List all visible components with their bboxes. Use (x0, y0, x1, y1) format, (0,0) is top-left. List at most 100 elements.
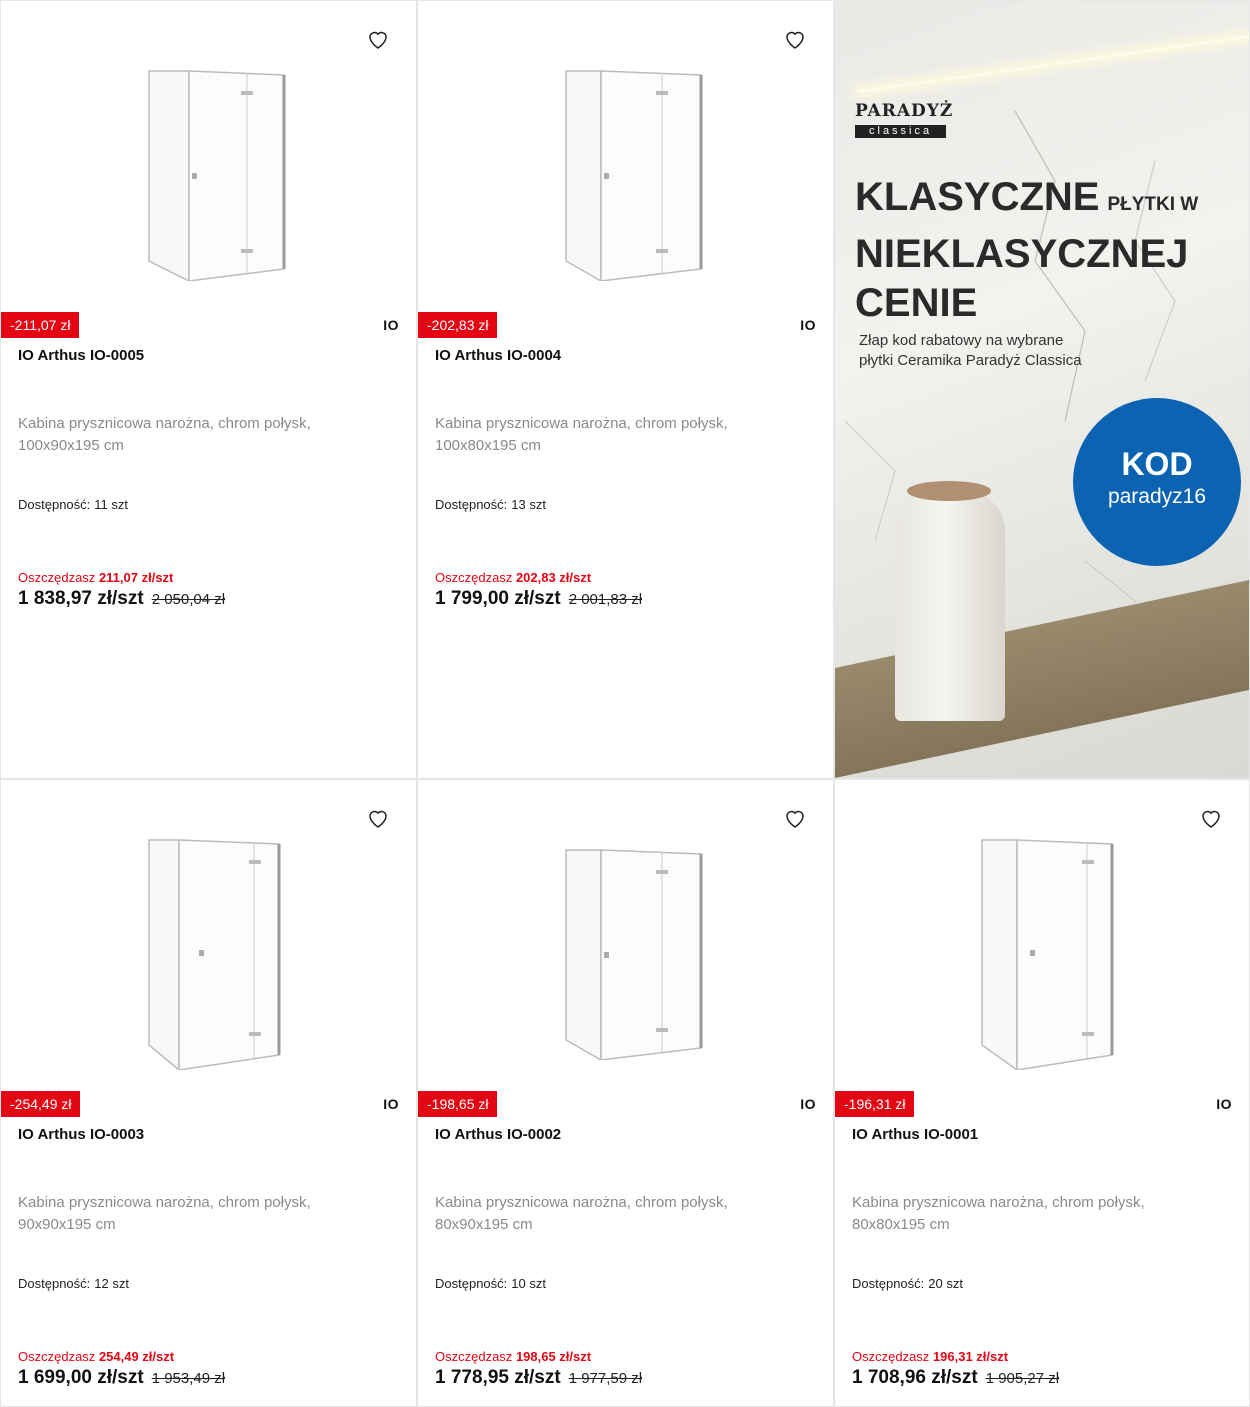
savings-label: Oszczędzasz (852, 1349, 930, 1364)
discount-badge: -254,49 zł (1, 1091, 81, 1117)
savings-value: 196,31 zł/szt (932, 1349, 1009, 1364)
description-size: 100x90x195 cm (18, 437, 124, 454)
savings-label: Oszczędzasz (18, 570, 96, 585)
savings: Oszczędzasz 196,31 zł/szt (852, 1349, 1008, 1364)
product-card[interactable]: -254,49 zł IO IO Arthus IO-0003 Kabina p… (0, 779, 417, 1407)
availability: Dostępność: 12 szt (18, 1276, 129, 1291)
availability-label: Dostępność: (435, 1276, 508, 1291)
availability-label: Dostępność: (18, 1276, 91, 1291)
paradyz-logo: PARADYŻ classica (855, 101, 953, 139)
discount-badge: -198,65 zł (418, 1091, 498, 1117)
brand-label: IO (800, 1096, 816, 1112)
product-grid: -211,07 zł IO IO Arthus IO-0005 Kabina p… (0, 0, 1250, 1407)
product-image[interactable] (418, 21, 833, 311)
availability: Dostępność: 10 szt (435, 1276, 546, 1291)
product-description: Kabina prysznicowa narożna, chrom połysk… (18, 413, 378, 457)
product-title[interactable]: IO Arthus IO-0005 (18, 347, 144, 364)
price: 1 708,96 zł/szt 1 905,27 zł (852, 1367, 1059, 1389)
subtext-line-1: Złap kod rabatowy na wybrane (859, 332, 1064, 349)
brand-label: IO (383, 1096, 399, 1112)
description-line: Kabina prysznicowa narożna, chrom połysk… (435, 415, 728, 432)
brand-label: IO (1216, 1096, 1232, 1112)
savings: Oszczędzasz 254,49 zł/szt (18, 1349, 174, 1364)
product-image[interactable] (1, 21, 416, 311)
product-card[interactable]: -202,83 zł IO IO Arthus IO-0004 Kabina p… (417, 0, 834, 779)
product-description: Kabina prysznicowa narożna, chrom połysk… (852, 1192, 1212, 1236)
description-line: Kabina prysznicowa narożna, chrom połysk… (18, 1194, 311, 1211)
savings-value: 198,65 zł/szt (515, 1349, 592, 1364)
current-price: 1 778,95 zł/szt (435, 1367, 561, 1388)
availability: Dostępność: 13 szt (435, 497, 546, 512)
product-image[interactable] (835, 800, 1249, 1090)
promo-code-label: KOD (1121, 446, 1193, 482)
old-price: 1 905,27 zł (985, 1370, 1060, 1387)
product-title[interactable]: IO Arthus IO-0001 (852, 1126, 978, 1143)
discount-badge: -211,07 zł (1, 312, 80, 338)
description-size: 90x90x195 cm (18, 1216, 116, 1233)
discount-badge: -196,31 zł (835, 1091, 915, 1117)
product-description: Kabina prysznicowa narożna, chrom połysk… (435, 1192, 795, 1236)
availability-label: Dostępność: (435, 497, 508, 512)
vase-lid (907, 481, 991, 501)
headline-small: PŁYTKI W (1107, 194, 1199, 215)
discount-badge: -202,83 zł (418, 312, 498, 338)
headline-line-3: CENIE (855, 281, 978, 325)
description-size: 100x80x195 cm (435, 437, 541, 454)
shower-cabin-image (564, 70, 702, 281)
availability-label: Dostępność: (18, 497, 91, 512)
brand-label: IO (800, 317, 816, 333)
shower-cabin-image (147, 839, 280, 1070)
savings-label: Oszczędzasz (18, 1349, 96, 1364)
old-price: 2 050,04 zł (151, 591, 226, 608)
product-title[interactable]: IO Arthus IO-0004 (435, 347, 561, 364)
current-price: 1 708,96 zł/szt (852, 1367, 978, 1388)
availability-value: 12 szt (94, 1276, 129, 1291)
availability: Dostępność: 20 szt (852, 1276, 963, 1291)
description-size: 80x80x195 cm (852, 1216, 950, 1233)
price: 1 699,00 zł/szt 1 953,49 zł (18, 1367, 225, 1389)
availability-value: 20 szt (928, 1276, 963, 1291)
headline-line-1: KLASYCZNE (855, 175, 1100, 219)
description-line: Kabina prysznicowa narożna, chrom połysk… (18, 415, 311, 432)
banner-subtext: Złap kod rabatowy na wybrane płytki Cera… (859, 331, 1159, 371)
availability: Dostępność: 11 szt (18, 497, 128, 512)
product-card[interactable]: -211,07 zł IO IO Arthus IO-0005 Kabina p… (0, 0, 417, 779)
product-title[interactable]: IO Arthus IO-0002 (435, 1126, 561, 1143)
shower-cabin-image (981, 839, 1114, 1070)
savings-value: 211,07 zł/szt (98, 570, 174, 585)
shower-cabin-image (564, 849, 702, 1060)
product-title[interactable]: IO Arthus IO-0003 (18, 1126, 144, 1143)
product-description: Kabina prysznicowa narożna, chrom połysk… (18, 1192, 378, 1236)
savings-value: 254,49 zł/szt (98, 1349, 175, 1364)
banner-headline: KLASYCZNE PŁYTKI W NIEKLASYCZNEJ CENIE (855, 173, 1198, 328)
logo-bottom: classica (855, 125, 947, 138)
product-card[interactable]: -196,31 zł IO IO Arthus IO-0001 Kabina p… (834, 779, 1250, 1407)
savings-value: 202,83 zł/szt (515, 570, 592, 585)
headline-line-2: NIEKLASYCZNEJ (855, 232, 1189, 276)
vase-image (895, 491, 1005, 721)
current-price: 1 699,00 zł/szt (18, 1367, 144, 1388)
savings-label: Oszczędzasz (435, 570, 513, 585)
old-price: 1 977,59 zł (568, 1370, 643, 1387)
price: 1 799,00 zł/szt 2 001,83 zł (435, 588, 642, 610)
current-price: 1 838,97 zł/szt (18, 588, 144, 609)
price: 1 778,95 zł/szt 1 977,59 zł (435, 1367, 642, 1389)
promo-banner[interactable]: PARADYŻ classica KLASYCZNE PŁYTKI W NIEKL… (834, 0, 1250, 779)
availability-value: 13 szt (511, 497, 546, 512)
old-price: 2 001,83 zł (568, 591, 643, 608)
availability-label: Dostępność: (852, 1276, 925, 1291)
logo-top: PARADYŻ (855, 101, 954, 121)
description-line: Kabina prysznicowa narożna, chrom połysk… (852, 1194, 1145, 1211)
description-line: Kabina prysznicowa narożna, chrom połysk… (435, 1194, 728, 1211)
product-card[interactable]: -198,65 zł IO IO Arthus IO-0002 Kabina p… (417, 779, 834, 1407)
subtext-line-2: płytki Ceramika Paradyż Classica (859, 352, 1082, 369)
description-size: 80x90x195 cm (435, 1216, 533, 1233)
promo-code-value: paradyz16 (1107, 485, 1207, 508)
savings: Oszczędzasz 198,65 zł/szt (435, 1349, 591, 1364)
savings: Oszczędzasz 211,07 zł/szt (18, 570, 173, 585)
old-price: 1 953,49 zł (151, 1370, 226, 1387)
product-image[interactable] (418, 800, 833, 1090)
savings: Oszczędzasz 202,83 zł/szt (435, 570, 591, 585)
promo-code-badge[interactable]: KOD paradyz16 (1073, 398, 1241, 566)
product-image[interactable] (1, 800, 416, 1090)
